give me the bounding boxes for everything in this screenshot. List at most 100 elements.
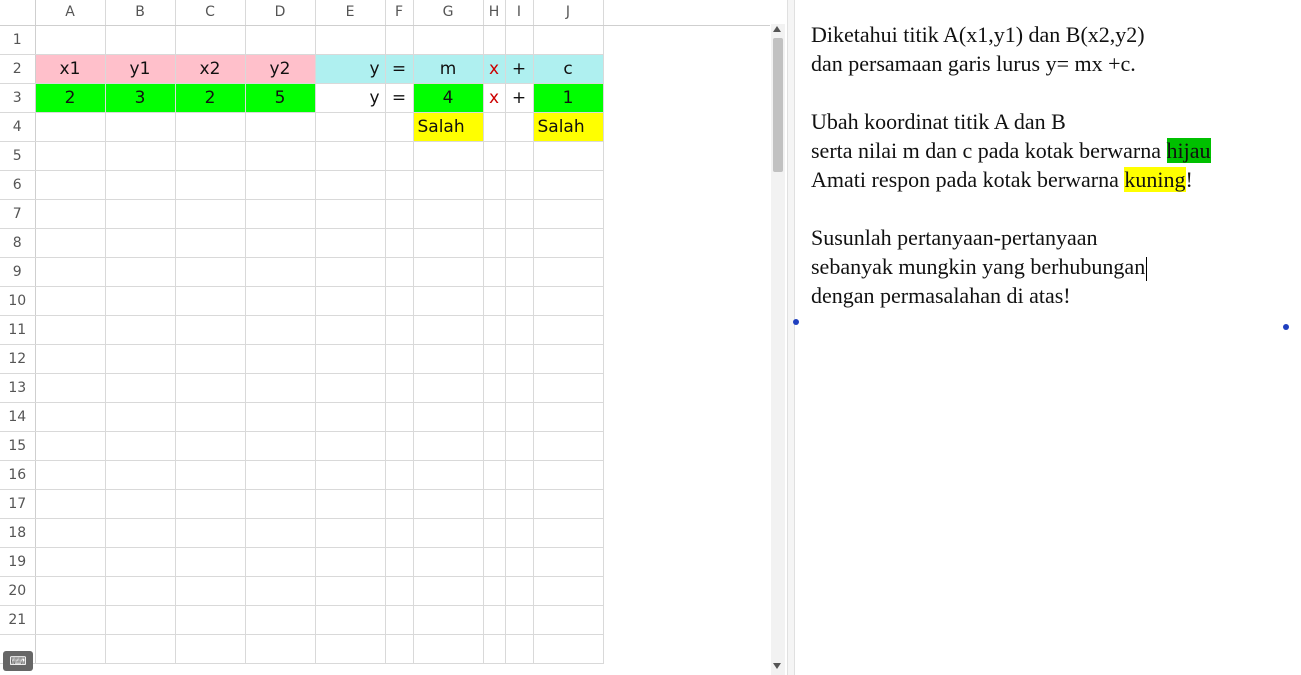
- cell-g3[interactable]: 4: [413, 83, 484, 113]
- cell[interactable]: [483, 286, 506, 316]
- cell[interactable]: [245, 286, 316, 316]
- cell[interactable]: [315, 518, 386, 548]
- cell[interactable]: [245, 228, 316, 258]
- cell[interactable]: [245, 257, 316, 287]
- cell[interactable]: [533, 576, 604, 606]
- vertical-scrollbar[interactable]: [771, 24, 785, 675]
- cell[interactable]: [385, 576, 414, 606]
- cell[interactable]: [385, 257, 414, 287]
- cell[interactable]: [245, 431, 316, 461]
- instruction-text-box[interactable]: Diketahui titik A(x1,y1) dan B(x2,y2) da…: [811, 20, 1281, 310]
- cell[interactable]: [315, 228, 386, 258]
- cell[interactable]: [505, 199, 534, 229]
- cell[interactable]: [105, 373, 176, 403]
- cell[interactable]: [175, 634, 246, 664]
- cell[interactable]: [245, 460, 316, 490]
- cell[interactable]: [483, 576, 506, 606]
- cell[interactable]: [105, 402, 176, 432]
- cell[interactable]: [35, 547, 106, 577]
- cell[interactable]: [533, 315, 604, 345]
- cell[interactable]: [385, 431, 414, 461]
- select-all-corner[interactable]: [0, 0, 36, 26]
- cell-i4[interactable]: [505, 112, 534, 142]
- cell[interactable]: [413, 547, 484, 577]
- cell[interactable]: [533, 518, 604, 548]
- cell[interactable]: [505, 315, 534, 345]
- cell-g1[interactable]: [413, 25, 484, 55]
- cell[interactable]: [175, 605, 246, 635]
- resize-handle-right[interactable]: [1283, 324, 1289, 330]
- row-header-12[interactable]: 12: [0, 344, 36, 374]
- cell[interactable]: [35, 518, 106, 548]
- cell-e1[interactable]: [315, 25, 386, 55]
- cell[interactable]: [245, 402, 316, 432]
- row-header-6[interactable]: 6: [0, 170, 36, 200]
- row-header-15[interactable]: 15: [0, 431, 36, 461]
- cell-f2[interactable]: =: [385, 54, 414, 84]
- cell[interactable]: [315, 315, 386, 345]
- cell-i2[interactable]: +: [505, 54, 534, 84]
- cell[interactable]: [413, 373, 484, 403]
- cell-f4[interactable]: [385, 112, 414, 142]
- cell-h1[interactable]: [483, 25, 506, 55]
- cell[interactable]: [105, 344, 176, 374]
- cell[interactable]: [413, 286, 484, 316]
- cell-j4-feedback[interactable]: Salah: [533, 112, 604, 142]
- cell[interactable]: [175, 344, 246, 374]
- column-header-f[interactable]: F: [385, 0, 414, 26]
- cell[interactable]: [105, 170, 176, 200]
- cell[interactable]: [175, 460, 246, 490]
- cell[interactable]: [533, 402, 604, 432]
- cell[interactable]: [35, 460, 106, 490]
- resize-handle-left[interactable]: [793, 319, 799, 325]
- cell-a1[interactable]: [35, 25, 106, 55]
- cell[interactable]: [105, 518, 176, 548]
- cell[interactable]: [505, 489, 534, 519]
- row-header-19[interactable]: 19: [0, 547, 36, 577]
- cell[interactable]: [315, 489, 386, 519]
- cell[interactable]: [35, 344, 106, 374]
- cell[interactable]: [385, 547, 414, 577]
- cell[interactable]: [505, 344, 534, 374]
- cell-b1[interactable]: [105, 25, 176, 55]
- row-header-14[interactable]: 14: [0, 402, 36, 432]
- cell[interactable]: [245, 199, 316, 229]
- cell-g4-feedback[interactable]: Salah: [413, 112, 484, 142]
- cell[interactable]: [413, 402, 484, 432]
- cell-c1[interactable]: [175, 25, 246, 55]
- cell[interactable]: [175, 489, 246, 519]
- cell[interactable]: [413, 315, 484, 345]
- cell[interactable]: [175, 373, 246, 403]
- cell[interactable]: [533, 141, 604, 171]
- cell[interactable]: [505, 460, 534, 490]
- column-header-h[interactable]: H: [483, 0, 506, 26]
- cell[interactable]: [175, 518, 246, 548]
- cell-f3[interactable]: =: [385, 83, 414, 113]
- scroll-down-arrow-icon[interactable]: [773, 663, 781, 669]
- cell[interactable]: [413, 170, 484, 200]
- cell-b2[interactable]: y1: [105, 54, 176, 84]
- row-header-8[interactable]: 8: [0, 228, 36, 258]
- cell-b3[interactable]: 3: [105, 83, 176, 113]
- column-header-g[interactable]: G: [413, 0, 484, 26]
- cell[interactable]: [35, 228, 106, 258]
- cell-c4[interactable]: [175, 112, 246, 142]
- cell[interactable]: [35, 576, 106, 606]
- cell[interactable]: [505, 605, 534, 635]
- cell[interactable]: [175, 286, 246, 316]
- cell[interactable]: [505, 141, 534, 171]
- cell-d3[interactable]: 5: [245, 83, 316, 113]
- cell[interactable]: [533, 431, 604, 461]
- scrollbar-thumb[interactable]: [773, 38, 783, 172]
- cell[interactable]: [35, 199, 106, 229]
- column-header-b[interactable]: B: [105, 0, 176, 26]
- cell[interactable]: [315, 286, 386, 316]
- cell[interactable]: [413, 199, 484, 229]
- cell[interactable]: [315, 431, 386, 461]
- cell[interactable]: [105, 489, 176, 519]
- cell[interactable]: [245, 315, 316, 345]
- cell[interactable]: [35, 605, 106, 635]
- row-header-11[interactable]: 11: [0, 315, 36, 345]
- cell[interactable]: [385, 489, 414, 519]
- row-header-17[interactable]: 17: [0, 489, 36, 519]
